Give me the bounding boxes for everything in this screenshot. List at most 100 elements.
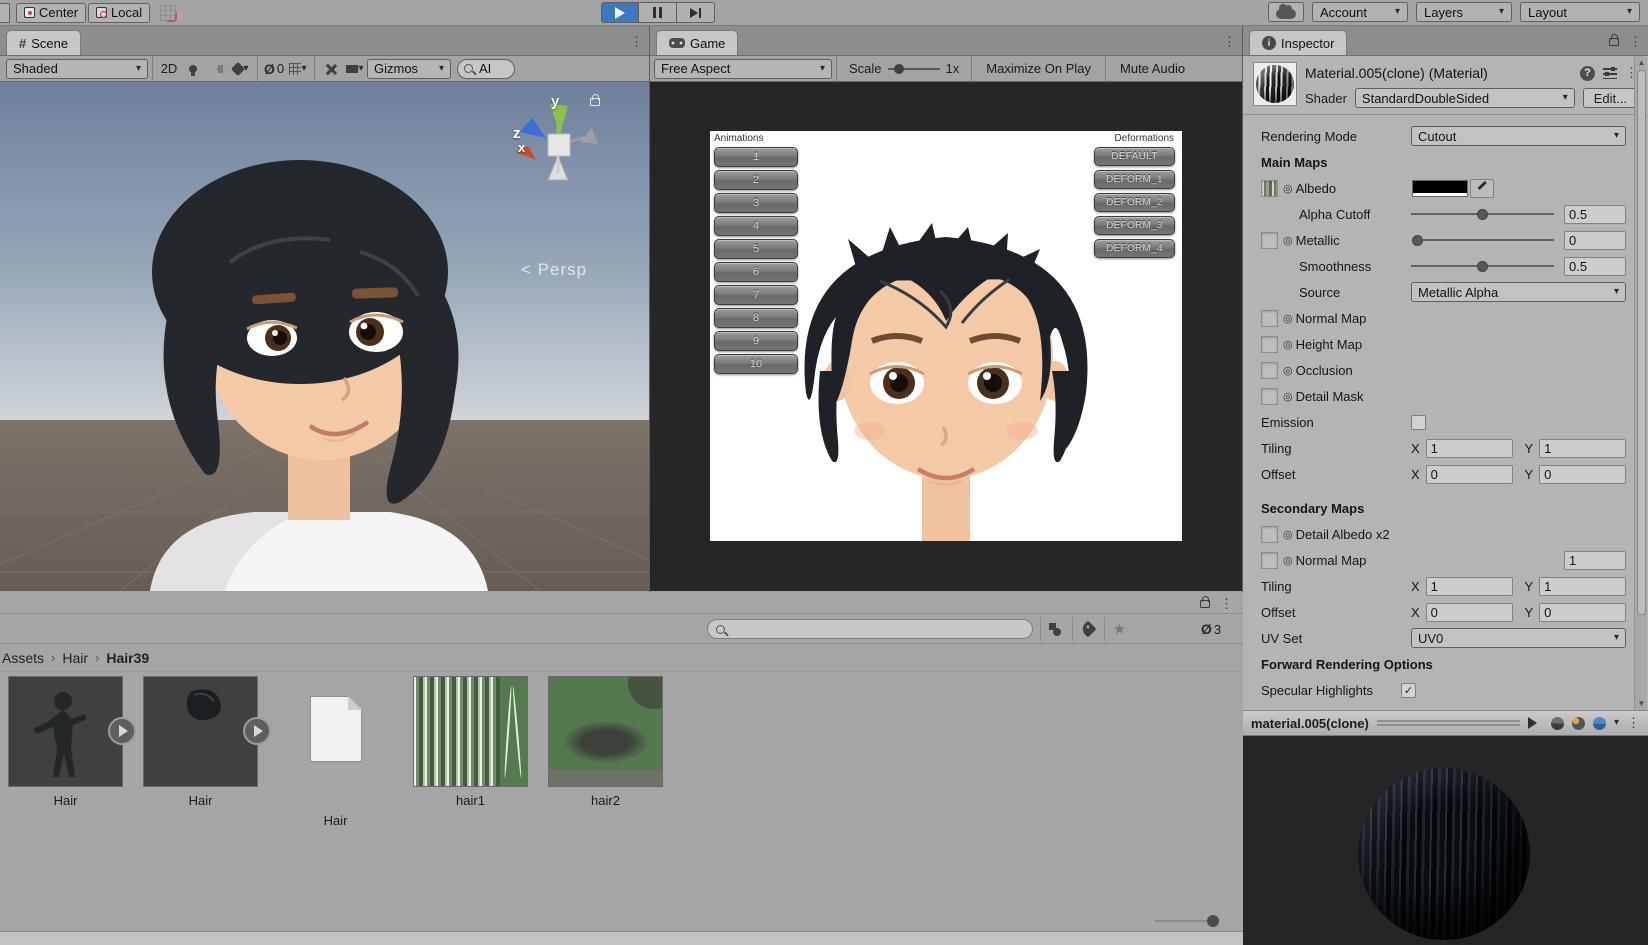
secondary-offset-y-field[interactable]: 0 <box>1539 602 1626 622</box>
tab-inspector[interactable]: i Inspector <box>1249 30 1348 55</box>
secondary-normal-map-slot[interactable] <box>1261 551 1278 569</box>
animation-button[interactable]: 10 <box>714 354 798 374</box>
shading-mode-dropdown[interactable]: Shaded ▾ <box>6 58 148 79</box>
search-by-label-button[interactable] <box>1072 617 1102 641</box>
asset-item[interactable]: hair2 <box>548 676 663 808</box>
alpha-cutoff-slider[interactable] <box>1411 207 1554 221</box>
preview-drag-handle[interactable] <box>1376 720 1520 726</box>
thumbnail-size-slider[interactable] <box>1155 915 1219 927</box>
material-preview-bar[interactable]: material.005(clone) ▾ ⋮ <box>1243 710 1648 736</box>
help-icon[interactable]: ? <box>1580 65 1595 81</box>
layout-dropdown[interactable]: Layout ▾ <box>1520 2 1640 22</box>
expand-asset-badge[interactable] <box>108 717 136 745</box>
pause-button[interactable] <box>639 2 677 23</box>
project-menu-icon[interactable]: ⋮ <box>1220 596 1233 612</box>
gizmos-dropdown[interactable]: Gizmos ▾ <box>367 58 451 79</box>
deformation-button[interactable]: DEFORM_1 <box>1094 170 1175 189</box>
target-icon[interactable]: ◎ <box>1283 554 1293 567</box>
account-dropdown[interactable]: Account ▾ <box>1312 2 1408 22</box>
normal-map-slot[interactable] <box>1261 309 1278 327</box>
cloud-services-button[interactable] <box>1268 2 1304 22</box>
scene-menu-icon[interactable]: ⋮ <box>630 34 643 50</box>
target-icon[interactable]: ◎ <box>1283 312 1293 325</box>
pivot-center-button[interactable]: Center <box>16 2 87 23</box>
smoothness-field[interactable]: 0.5 <box>1564 256 1626 276</box>
metallic-slider[interactable] <box>1411 233 1554 247</box>
pivot-local-button[interactable]: Local <box>88 2 151 23</box>
animation-button[interactable]: 5 <box>714 239 798 259</box>
scroll-up-arrow[interactable]: ▲ <box>1637 58 1646 67</box>
deformation-button[interactable]: DEFAULT <box>1094 147 1175 166</box>
perspective-label[interactable]: < Persp <box>521 260 587 280</box>
preview-sphere-icon[interactable] <box>1550 716 1564 730</box>
material-preview-thumbnail[interactable] <box>1253 62 1297 106</box>
eyedropper-icon[interactable] <box>1469 178 1494 198</box>
asset-item[interactable]: Hair <box>8 676 136 808</box>
source-dropdown[interactable]: Metallic Alpha ▾ <box>1411 282 1626 302</box>
secondary-tiling-x-field[interactable]: 1 <box>1425 576 1513 596</box>
breadcrumb-assets[interactable]: Assets <box>2 650 44 666</box>
asset-item[interactable]: hair1 <box>413 676 528 808</box>
inspector-scrollbar[interactable]: ▲ ▼ <box>1634 56 1647 710</box>
detail-mask-slot[interactable] <box>1261 387 1278 405</box>
animation-button[interactable]: 6 <box>714 262 798 282</box>
ai-search-field[interactable]: AI <box>457 58 515 79</box>
scene-viewport[interactable]: y z x < Persp <box>0 82 649 591</box>
rendering-mode-dropdown[interactable]: Cutout ▾ <box>1411 126 1626 146</box>
search-by-type-button[interactable] <box>1040 617 1070 641</box>
gizmo-x-label[interactable]: x <box>518 140 525 155</box>
animation-button[interactable]: 4 <box>714 216 798 236</box>
project-visibility-toggle[interactable]: Ø 3 <box>1196 617 1226 641</box>
target-icon[interactable]: ◎ <box>1283 182 1293 195</box>
uv-set-dropdown[interactable]: UV0 ▾ <box>1411 628 1626 648</box>
chevron-down-icon[interactable]: ▾ <box>1614 718 1619 728</box>
albedo-texture-slot[interactable] <box>1261 179 1278 197</box>
target-icon[interactable]: ◎ <box>1283 234 1293 247</box>
target-icon[interactable]: ◎ <box>1283 338 1293 351</box>
preview-environment-icon[interactable] <box>1592 716 1606 730</box>
detail-albedo-slot[interactable] <box>1261 525 1278 543</box>
animation-button[interactable]: 1 <box>714 147 798 167</box>
scene-camera-dropdown[interactable]: ▾ <box>343 59 367 79</box>
breadcrumb-hair[interactable]: Hair <box>62 650 88 666</box>
presets-icon[interactable] <box>1603 67 1617 79</box>
alpha-cutoff-field[interactable]: 0.5 <box>1564 204 1626 224</box>
scene-visibility-toggle[interactable]: Ø 0 <box>262 59 286 79</box>
preview-lighting-icon[interactable] <box>1571 716 1585 730</box>
deformation-button[interactable]: DEFORM_3 <box>1094 216 1175 235</box>
secondary-normal-field[interactable]: 1 <box>1564 550 1626 570</box>
clipped-tool-button[interactable] <box>0 2 10 23</box>
emission-checkbox[interactable] <box>1411 414 1426 430</box>
secondary-offset-x-field[interactable]: 0 <box>1425 602 1513 622</box>
layers-dropdown[interactable]: Layers ▾ <box>1416 2 1512 22</box>
deformation-button[interactable]: DEFORM_2 <box>1094 193 1175 212</box>
mute-audio-button[interactable]: Mute Audio <box>1110 56 1195 82</box>
metallic-field[interactable]: 0 <box>1564 230 1626 250</box>
height-map-slot[interactable] <box>1261 335 1278 353</box>
asset-item[interactable]: Hair <box>143 676 271 808</box>
favorites-button[interactable]: ★ <box>1104 617 1134 641</box>
animation-button[interactable]: 7 <box>714 285 798 305</box>
offset-y-field[interactable]: 0 <box>1539 464 1626 484</box>
project-search-input[interactable] <box>707 619 1033 639</box>
target-icon[interactable]: ◎ <box>1283 528 1293 541</box>
scene-gizmo-lock-icon[interactable] <box>590 94 600 109</box>
animation-button[interactable]: 2 <box>714 170 798 190</box>
material-preview-viewport[interactable] <box>1243 736 1648 945</box>
tiling-y-field[interactable]: 1 <box>1539 438 1626 458</box>
animation-button[interactable]: 9 <box>714 331 798 351</box>
scene-lighting-toggle[interactable] <box>181 59 205 79</box>
secondary-tiling-y-field[interactable]: 1 <box>1539 576 1626 596</box>
inspector-lock-icon[interactable] <box>1609 34 1619 46</box>
step-button[interactable] <box>677 2 715 23</box>
breadcrumb-hair39[interactable]: Hair39 <box>106 650 149 666</box>
albedo-color-swatch[interactable] <box>1411 179 1468 197</box>
aspect-ratio-dropdown[interactable]: Free Aspect ▾ <box>654 58 832 79</box>
gizmo-y-label[interactable]: y <box>551 93 559 110</box>
tab-scene[interactable]: # Scene <box>6 30 82 55</box>
shader-dropdown[interactable]: StandardDoubleSided ▾ <box>1354 88 1575 108</box>
game-menu-icon[interactable]: ⋮ <box>1223 34 1236 50</box>
project-lock-icon[interactable] <box>1200 596 1210 608</box>
animation-button[interactable]: 3 <box>714 193 798 213</box>
scale-slider[interactable] <box>887 62 940 76</box>
